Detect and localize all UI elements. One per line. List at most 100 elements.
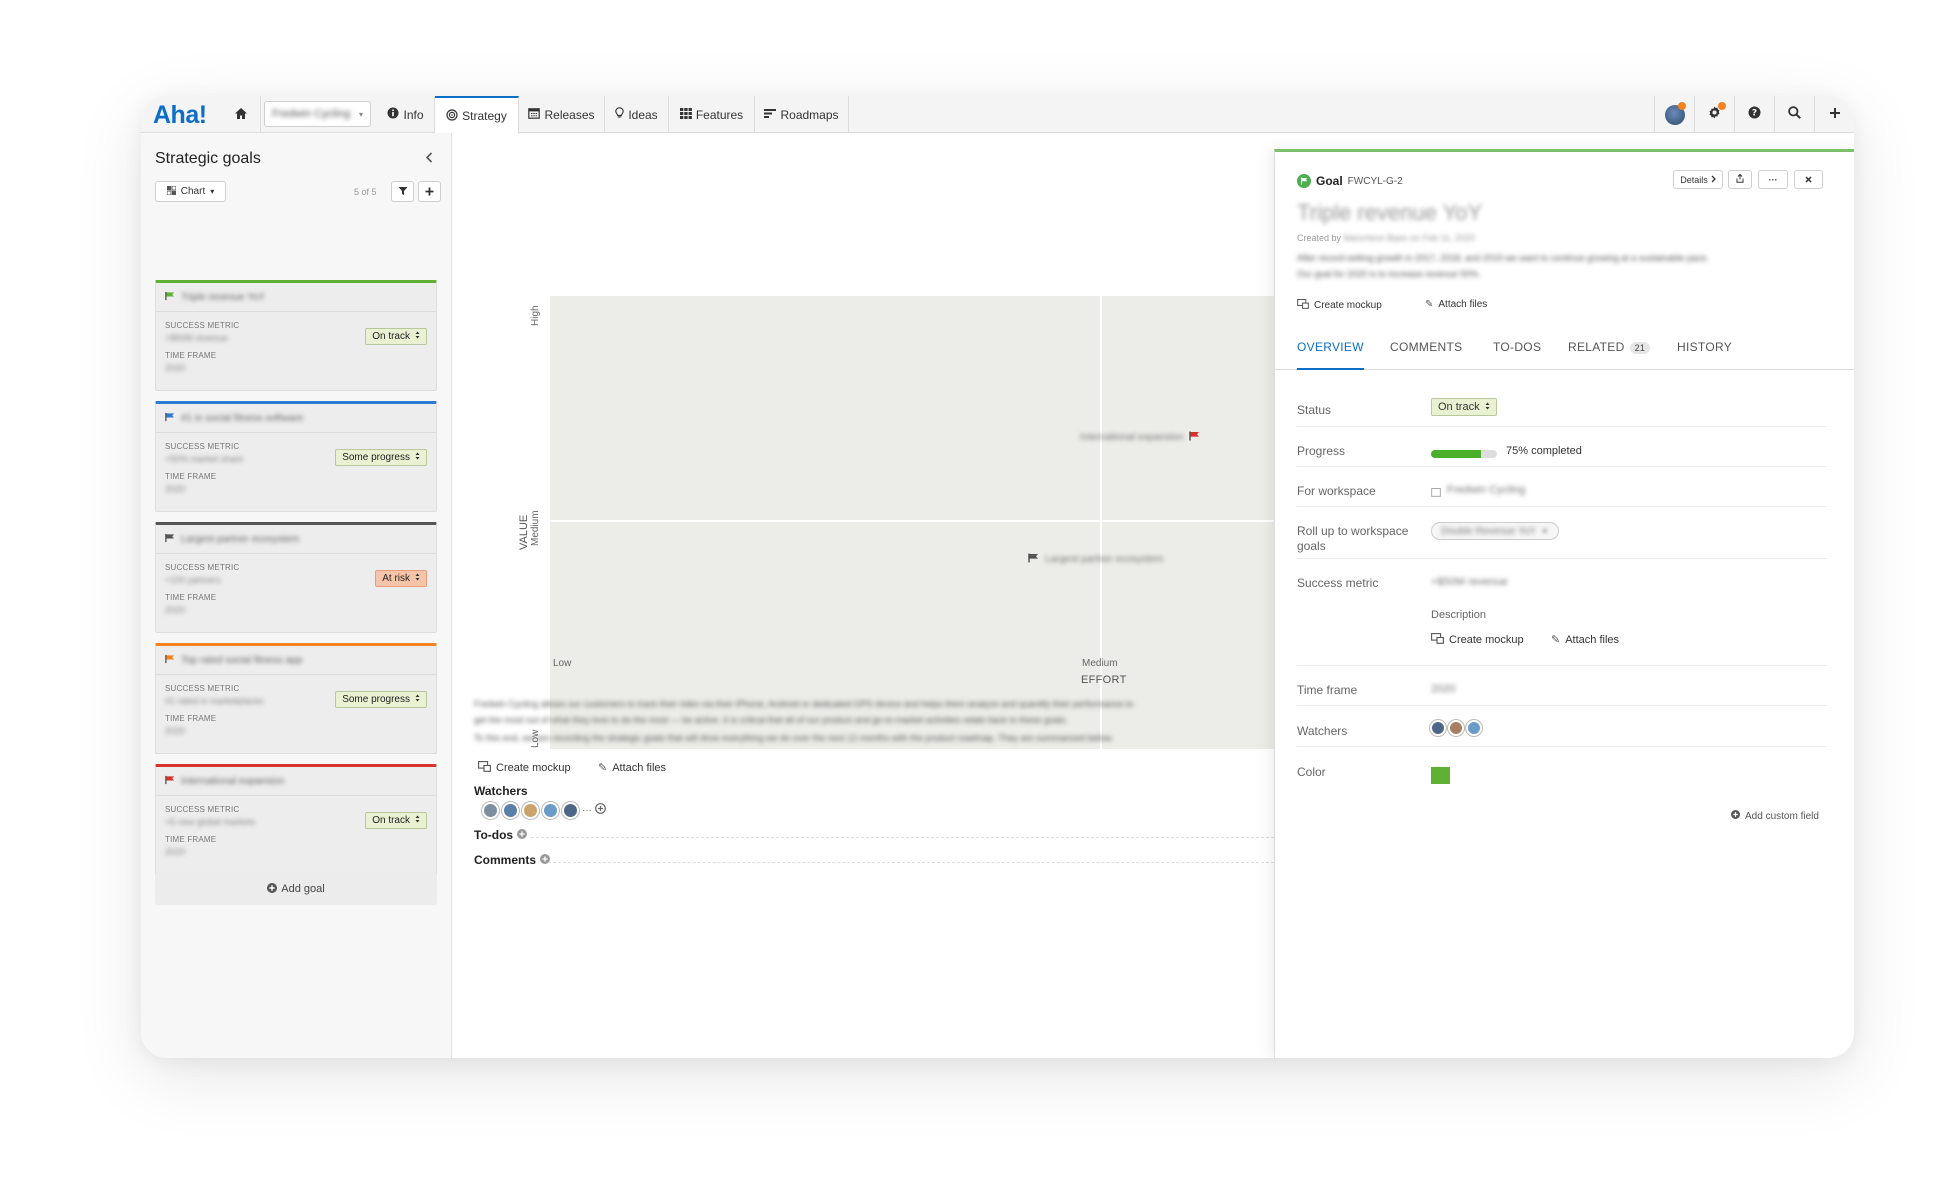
nav-features[interactable]: Features <box>669 96 755 133</box>
color-label: Color <box>1297 765 1326 779</box>
search-button[interactable] <box>1774 96 1814 133</box>
more-watchers[interactable]: ··· <box>582 805 592 816</box>
create-mockup-label: Create mockup <box>1314 300 1382 311</box>
nav-roadmaps[interactable]: Roadmaps <box>755 96 849 133</box>
rollup-chip[interactable]: Double Revenue YoY ✕ <box>1431 522 1559 540</box>
chart-mark-international-expansion[interactable]: International expansion <box>1080 431 1200 444</box>
goal-title[interactable]: Triple revenue YoY <box>1297 200 1482 226</box>
nav-info[interactable]: Info <box>377 96 435 133</box>
watchers-avatars <box>1430 720 1482 736</box>
share-button[interactable] <box>1728 170 1752 189</box>
collapse-sidebar-button[interactable] <box>425 150 433 166</box>
updown-icon <box>415 452 420 463</box>
workspace-select[interactable]: Fredwin Cycling ▾ <box>264 101 371 127</box>
tab-label: COMMENTS <box>1390 340 1463 354</box>
updown-icon <box>415 815 420 826</box>
add-goal-icon-button[interactable] <box>418 181 441 202</box>
avatar[interactable] <box>542 801 559 819</box>
status-select[interactable]: Some progress <box>335 449 427 466</box>
home-button[interactable] <box>221 96 261 133</box>
related-count-badge: 21 <box>1629 342 1651 354</box>
avatar[interactable] <box>562 801 579 819</box>
goal-card[interactable]: International expansion SUCCESS METRIC +5 … <box>155 764 437 875</box>
description-label: Description <box>1431 609 1487 621</box>
tab-label: RELATED <box>1568 340 1625 354</box>
description-line: To this end, we are recording the strate… <box>474 733 1114 743</box>
status-select[interactable]: Some progress <box>335 691 427 708</box>
strategy-icon <box>446 108 458 124</box>
status-select[interactable]: On track <box>365 328 427 345</box>
create-mockup-link[interactable]: Create mockup <box>478 761 571 775</box>
avatar[interactable] <box>502 801 519 819</box>
divider <box>531 837 1274 838</box>
record-ref[interactable]: FWCYL-G-2 <box>1348 176 1403 187</box>
metric-value[interactable]: +$50M revenue <box>1431 576 1508 588</box>
status-value: Some progress <box>342 452 410 463</box>
tab-history[interactable]: HISTORY <box>1677 340 1732 370</box>
avatar[interactable] <box>522 801 539 819</box>
add-todo-icon[interactable] <box>517 828 528 842</box>
filter-button[interactable] <box>391 181 414 202</box>
x-axis-low: Low <box>553 658 572 669</box>
details-button[interactable]: Details <box>1673 170 1723 189</box>
avatar[interactable] <box>1448 720 1464 736</box>
nav-releases[interactable]: Releases <box>519 96 605 133</box>
add-button[interactable] <box>1814 96 1854 133</box>
add-goal-button[interactable]: Add goal <box>155 873 437 905</box>
status-select[interactable]: On track <box>1431 398 1497 416</box>
detail-attach-files-link[interactable]: ✎ Attach files <box>1425 299 1487 310</box>
tab-overview[interactable]: OVERVIEW <box>1297 340 1364 370</box>
add-comment-icon[interactable] <box>540 853 551 867</box>
nav-strategy-label: Strategy <box>462 109 507 123</box>
tab-todos[interactable]: TO-DOS <box>1493 340 1541 370</box>
help-button[interactable]: ? <box>1734 96 1774 133</box>
tab-comments[interactable]: COMMENTS <box>1390 340 1462 370</box>
avatar[interactable] <box>1466 720 1482 736</box>
goal-card[interactable]: #1 in social fitness software SUCCESS MET… <box>155 401 437 512</box>
details-label: Details <box>1680 174 1708 185</box>
add-custom-field-link[interactable]: Add custom field <box>1731 810 1819 822</box>
avatar[interactable] <box>482 801 499 819</box>
updown-icon <box>415 573 420 584</box>
avatar[interactable] <box>1430 720 1446 736</box>
goal-description[interactable]: After record-setting growth in 2017, 201… <box>1297 250 1827 282</box>
goal-flag-icon <box>165 409 175 427</box>
color-swatch[interactable] <box>1431 767 1450 784</box>
progress-bar[interactable] <box>1431 450 1497 458</box>
aha-logo[interactable]: Aha! <box>153 101 207 130</box>
metric-label: Success metric <box>1297 576 1379 590</box>
attach-files-link[interactable]: ✎ Attach files <box>598 761 666 775</box>
settings-button[interactable] <box>1694 96 1734 133</box>
view-select[interactable]: Chart ▾ <box>155 181 226 202</box>
more-actions-button[interactable]: ··· <box>1758 170 1788 189</box>
plus-circle-icon <box>1731 810 1740 822</box>
plus-circle-icon[interactable] <box>595 801 606 819</box>
field-attach-files-link[interactable]: ✎ Attach files <box>1551 633 1619 647</box>
workspace-value[interactable]: Fredwin Cycling <box>1447 484 1525 496</box>
nav-strategy[interactable]: Strategy <box>435 96 519 134</box>
time-frame-value[interactable]: 2020 <box>1431 683 1455 695</box>
status-select[interactable]: On track <box>365 812 427 829</box>
y-axis-medium: Medium <box>530 510 541 546</box>
close-button[interactable] <box>1794 170 1823 189</box>
status-select[interactable]: At risk <box>375 570 427 587</box>
close-icon[interactable]: ✕ <box>1541 526 1549 537</box>
user-avatar-button[interactable] <box>1654 96 1694 133</box>
y-axis-title: VALUE <box>518 514 530 550</box>
tab-related[interactable]: RELATED 21 <box>1568 340 1651 370</box>
description-line: Our goal for 2020 is to increase revenue… <box>1297 269 1481 279</box>
ellipsis-icon: ··· <box>1768 174 1778 185</box>
goal-card[interactable]: Largest partner ecosystem SUCCESS METRIC +… <box>155 522 437 633</box>
chart-mark-largest-partner-ecosystem[interactable]: Largest partner ecosystem <box>1028 553 1163 566</box>
rollup-label: Roll up to workspace goals <box>1297 524 1409 553</box>
time-frame-label: TIME FRAME <box>165 351 217 360</box>
goal-card[interactable]: Top rated social fitness app SUCCESS METR… <box>155 643 437 754</box>
status-value: Some progress <box>342 694 410 705</box>
goal-card[interactable]: Triple revenue YoY SUCCESS METRIC +$50M re… <box>155 280 437 391</box>
tab-label: HISTORY <box>1677 340 1733 354</box>
goal-card-title: International expansion <box>181 775 285 787</box>
comments-title: Comments <box>474 853 537 867</box>
field-create-mockup-link[interactable]: Create mockup <box>1431 633 1524 647</box>
nav-ideas[interactable]: Ideas <box>605 96 669 133</box>
detail-create-mockup-link[interactable]: Create mockup <box>1297 299 1382 312</box>
